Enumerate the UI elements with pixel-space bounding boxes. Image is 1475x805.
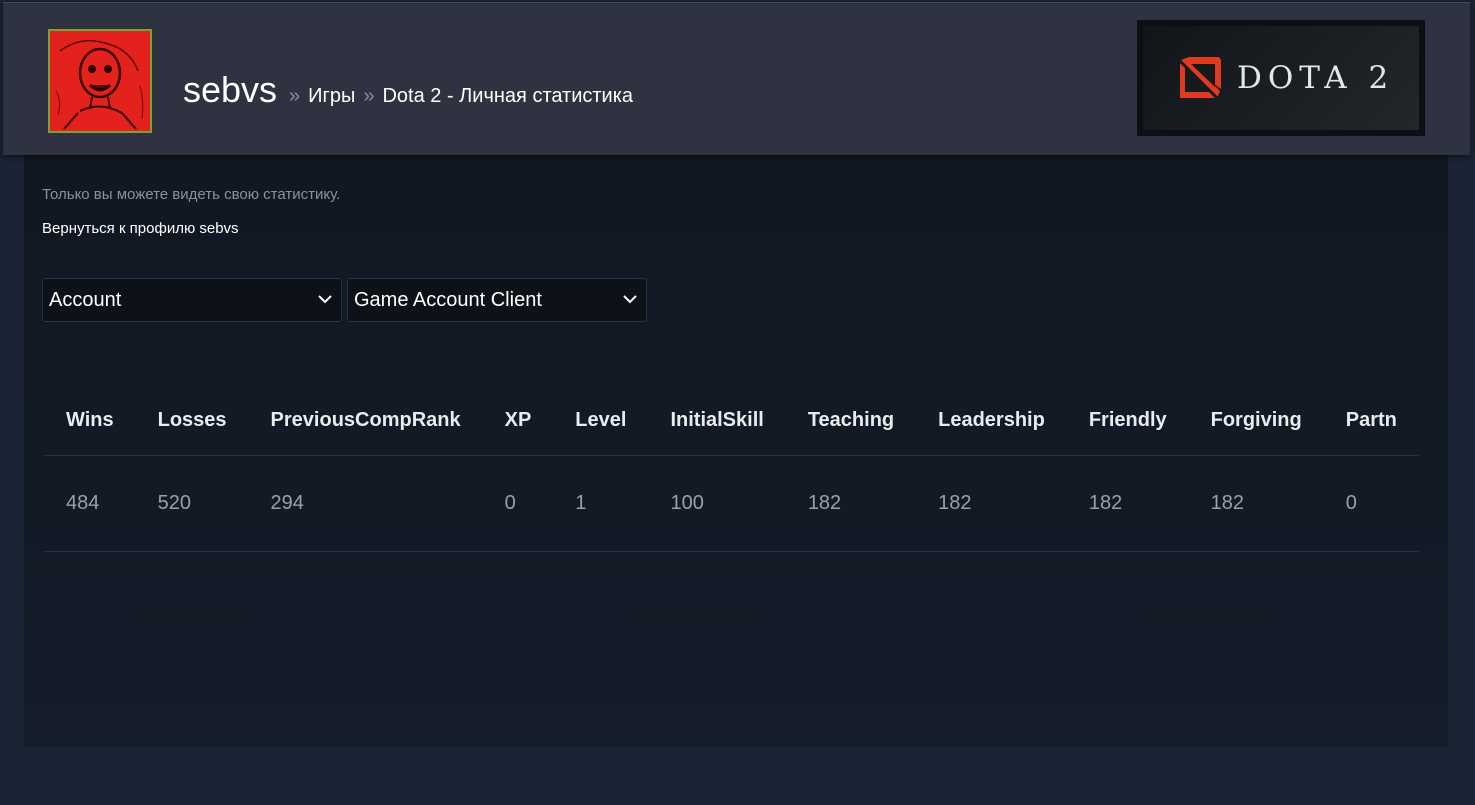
breadcrumb-games[interactable]: Игры [308,85,355,108]
chevron-down-icon [623,295,637,304]
title-row: sebvs » Игры » Dota 2 - Личная статистик… [183,69,633,111]
value-friendly: 182 [1066,456,1189,552]
header-friendly: Friendly [1066,385,1189,456]
header-teaching: Teaching [785,385,917,456]
profile-header: sebvs » Игры » Dota 2 - Личная статистик… [3,2,1470,155]
breadcrumb-page: Dota 2 - Личная статистика [382,85,634,107]
value-level: 1 [553,456,649,552]
header-leadership: Leadership [916,385,1067,456]
value-wins: 484 [44,456,136,552]
value-xp: 0 [482,456,554,552]
value-teaching: 182 [785,456,917,552]
header-wins: Wins [44,385,136,456]
privacy-note: Только вы можете видеть свою статистику. [42,186,341,203]
breadcrumb-separator: » [289,85,301,107]
value-losses: 520 [135,456,249,552]
header-losses: Losses [135,385,249,456]
header-level: Level [553,385,649,456]
header-forgiving: Forgiving [1188,385,1324,456]
value-initial-skill: 100 [648,456,786,552]
header-xp: XP [482,385,554,456]
header-previous-comp-rank: PreviousCompRank [248,385,483,456]
game-logo-text: DOTA 2 [1237,60,1395,96]
header-initial-skill: InitialSkill [648,385,786,456]
avatar[interactable] [48,29,152,133]
source-select[interactable]: Game Account Client [347,278,647,322]
category-select-value: Account [49,288,122,311]
value-partner: 0 [1323,456,1419,552]
category-select[interactable]: Account [42,278,342,322]
stats-header-row: Wins Losses PreviousCompRank XP Level In… [44,385,1419,456]
breadcrumb-separator: » [363,85,375,107]
table-row: 484 520 294 0 1 100 182 182 182 182 0 [44,456,1419,552]
header-partner: Partn [1323,385,1419,456]
chevron-down-icon [318,295,332,304]
game-logo[interactable]: DOTA 2 [1137,20,1425,136]
stats-table-container[interactable]: Wins Losses PreviousCompRank XP Level In… [44,385,1475,555]
username[interactable]: sebvs [183,69,277,111]
value-forgiving: 182 [1188,456,1324,552]
value-previous-comp-rank: 294 [248,456,483,552]
avatar-drawing-icon [50,31,150,131]
back-to-profile-link[interactable]: Вернуться к профилю sebvs [42,220,239,237]
dota-emblem-icon [1178,57,1221,100]
source-select-value: Game Account Client [354,288,542,311]
value-leadership: 182 [916,456,1067,552]
stats-table: Wins Losses PreviousCompRank XP Level In… [44,385,1419,552]
game-logo-banner: DOTA 2 [1143,26,1419,130]
